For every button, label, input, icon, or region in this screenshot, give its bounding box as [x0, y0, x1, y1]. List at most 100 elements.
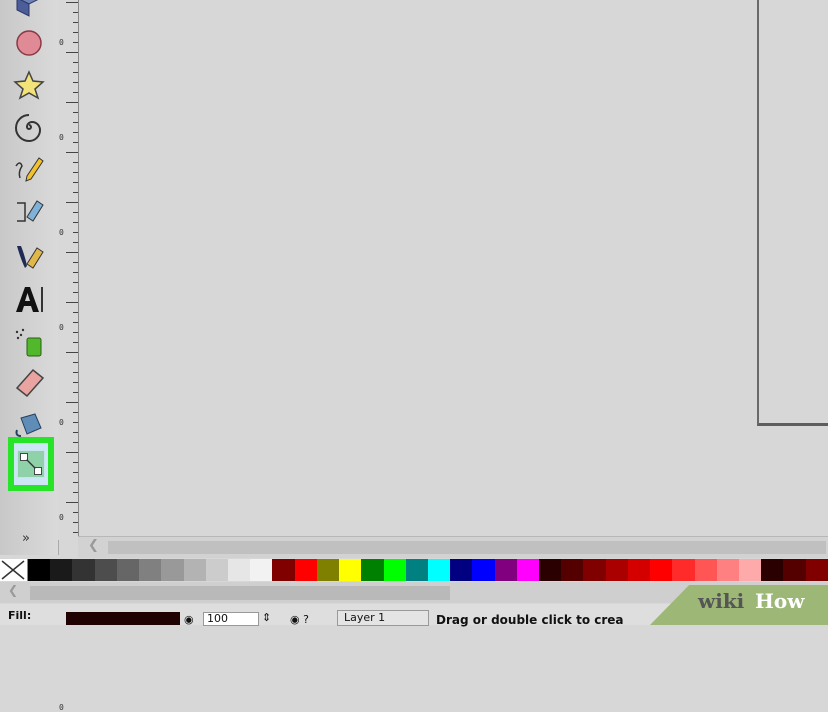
ruler-tick — [73, 272, 78, 273]
palette-swatch[interactable] — [405, 559, 428, 581]
palette-swatch[interactable] — [450, 559, 473, 581]
none-color-icon[interactable] — [0, 559, 28, 581]
palette-swatch[interactable] — [605, 559, 628, 581]
ruler-tick — [73, 72, 78, 73]
palette-swatch[interactable] — [72, 559, 95, 581]
ruler-tick — [66, 102, 78, 103]
spray-icon — [15, 328, 42, 357]
drawing-canvas[interactable] — [79, 0, 828, 536]
calligraphy-tool[interactable] — [11, 238, 47, 274]
ruler-tick — [66, 452, 78, 453]
layer-select[interactable]: Layer 1 — [337, 610, 429, 626]
ruler-tick — [73, 322, 78, 323]
ruler-tick — [73, 142, 78, 143]
star-icon — [13, 70, 45, 100]
palette-swatch[interactable] — [539, 559, 562, 581]
ruler-tick — [66, 52, 78, 53]
ruler-tick — [73, 332, 78, 333]
pen-icon — [17, 200, 44, 222]
ruler-label: 0 — [59, 703, 64, 712]
ruler-tick — [73, 62, 78, 63]
text-tool[interactable] — [11, 281, 47, 317]
palette-swatch[interactable] — [161, 559, 184, 581]
palette-swatch[interactable] — [805, 559, 828, 581]
eye-icon[interactable]: ◉ ? — [290, 613, 309, 626]
palette-swatch[interactable] — [28, 559, 51, 581]
ruler-tick — [73, 242, 78, 243]
ruler-tick — [73, 192, 78, 193]
palette-swatch[interactable] — [116, 559, 140, 581]
ruler-tick — [73, 392, 78, 393]
palette-swatch[interactable] — [561, 559, 584, 581]
ruler-tick — [73, 522, 78, 523]
opacity-field[interactable]: 100 — [203, 612, 259, 626]
page-border — [757, 0, 828, 426]
eraser-tool[interactable] — [11, 364, 47, 400]
palette-swatch[interactable] — [627, 559, 651, 581]
palette-swatch[interactable] — [472, 559, 495, 581]
eraser-icon — [15, 368, 45, 398]
scroll-left-icon[interactable]: ❮ — [88, 538, 99, 553]
scrollbar-thumb[interactable] — [108, 541, 826, 554]
palette-swatch[interactable] — [716, 559, 739, 581]
palette-swatch[interactable] — [783, 559, 806, 581]
vertical-ruler: 00000000 — [58, 0, 79, 712]
circle-tool[interactable] — [11, 24, 47, 60]
palette-swatch[interactable] — [494, 559, 517, 581]
palette-swatch[interactable] — [250, 559, 273, 581]
ruler-tick — [73, 372, 78, 373]
palette-swatch[interactable] — [427, 559, 451, 581]
pen-tool[interactable] — [11, 193, 47, 229]
ruler-tick — [73, 362, 78, 363]
palette-swatch[interactable] — [50, 559, 73, 581]
ruler-tick — [73, 12, 78, 13]
palette-swatch[interactable] — [139, 559, 162, 581]
pencil-tool[interactable] — [11, 150, 47, 186]
fill-color-swatch[interactable] — [66, 612, 180, 625]
palette-swatch[interactable] — [183, 559, 206, 581]
ruler-label: 0 — [59, 418, 64, 427]
palette-swatch[interactable] — [272, 559, 295, 581]
ruler-tick — [73, 532, 78, 533]
palette-swatch[interactable] — [383, 559, 406, 581]
ruler-label: 0 — [59, 38, 64, 47]
circle-icon — [16, 30, 42, 56]
spiral-tool[interactable] — [11, 109, 47, 145]
palette-scroll-left-icon[interactable]: ❮ — [8, 583, 18, 597]
palette-swatch[interactable] — [316, 559, 340, 581]
ruler-tick — [66, 352, 78, 353]
palette-swatch[interactable] — [94, 559, 117, 581]
palette-swatch[interactable] — [694, 559, 717, 581]
palette-swatch[interactable] — [583, 559, 606, 581]
palette-swatch[interactable] — [761, 559, 784, 581]
palette-swatch[interactable] — [205, 559, 228, 581]
ruler-tick — [73, 412, 78, 413]
palette-swatch[interactable] — [339, 559, 362, 581]
paint-bucket-icon — [15, 413, 42, 437]
ruler-tick — [66, 202, 78, 203]
palette-swatch[interactable] — [650, 559, 673, 581]
star-tool[interactable] — [11, 67, 47, 103]
ruler-tick — [73, 292, 78, 293]
connector-tool[interactable] — [8, 437, 54, 491]
3d-box-tool[interactable] — [11, 0, 47, 22]
ruler-tick — [73, 92, 78, 93]
spray-tool[interactable] — [11, 324, 47, 360]
palette-swatch[interactable] — [672, 559, 695, 581]
ruler-tick — [73, 182, 78, 183]
horizontal-scrollbar[interactable]: ❮ — [78, 536, 828, 558]
palette-swatch[interactable] — [739, 559, 762, 581]
ruler-tick — [73, 432, 78, 433]
spin-arrows-icon[interactable]: ⇕ — [262, 611, 271, 624]
ruler-tick — [73, 222, 78, 223]
ruler-tick — [66, 302, 78, 303]
pencil-icon — [15, 157, 44, 182]
connector-icon — [17, 450, 45, 478]
palette-swatch[interactable] — [227, 559, 251, 581]
palette-swatch[interactable] — [294, 559, 317, 581]
ruler-tick — [66, 502, 78, 503]
palette-swatch[interactable] — [516, 559, 540, 581]
palette-scrollbar-thumb[interactable] — [30, 586, 450, 600]
palette-swatch[interactable] — [361, 559, 384, 581]
expand-toolbox-button[interactable]: » — [22, 531, 30, 546]
